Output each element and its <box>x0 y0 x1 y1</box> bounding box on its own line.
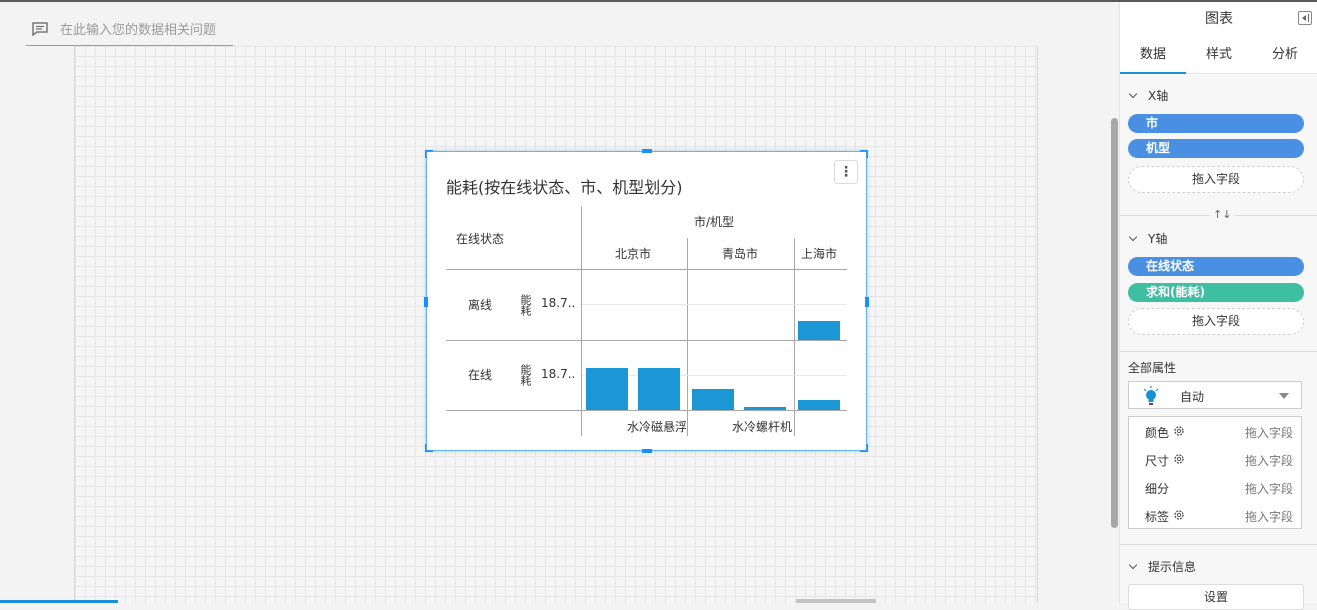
prop-size-drop[interactable]: 拖入字段 <box>1245 452 1293 469</box>
grid-hline-0 <box>446 269 847 270</box>
resize-handle-top[interactable] <box>642 149 652 153</box>
grid-vline-0 <box>581 206 582 436</box>
y-axis-label: Y轴 <box>1148 232 1168 246</box>
x-axis-label: X轴 <box>1148 89 1169 103</box>
chevron-down-icon <box>1128 89 1138 99</box>
bar-shanghai-offline[interactable] <box>798 321 840 340</box>
question-placeholder: 在此输入您的数据相关问题 <box>60 23 217 38</box>
gear-icon[interactable] <box>1173 425 1185 440</box>
collapse-panel-icon[interactable] <box>1298 11 1312 25</box>
prop-size-label: 尺寸 <box>1145 454 1170 468</box>
measure-label-0: 能耗 <box>519 294 532 316</box>
prop-detail[interactable]: 细分 拖入字段 <box>1129 473 1301 501</box>
city-header-0: 北京市 <box>615 247 652 261</box>
grid-vline-2 <box>794 238 795 436</box>
grid-vline-1 <box>687 238 688 436</box>
machine-label-0: 水冷磁悬浮 <box>627 420 688 434</box>
chart-title: 能耗(按在线状态、市、机型划分) <box>446 178 683 197</box>
bar-qingdao-screw-online[interactable] <box>744 407 786 410</box>
grid-hline-2 <box>446 410 847 411</box>
city-header-2: 上海市 <box>801 247 838 261</box>
x-drop-zone[interactable]: 拖入字段 <box>1128 166 1304 193</box>
row-label-0: 离线 <box>468 298 493 312</box>
question-input[interactable]: 在此输入您的数据相关问题 <box>26 12 233 46</box>
prop-color[interactable]: 颜色 拖入字段 <box>1129 417 1301 445</box>
comment-icon <box>32 21 48 36</box>
mark-type-select[interactable]: 自动 <box>1128 381 1302 409</box>
mark-type-value: 自动 <box>1180 390 1205 404</box>
y-axis-header[interactable]: Y轴 <box>1128 230 1167 247</box>
bar-beijing-maglev-online[interactable] <box>586 368 628 410</box>
row-label-1: 在线 <box>468 368 493 382</box>
panel-title: 图表 <box>1205 11 1233 27</box>
axis-value-0: 18.7.. <box>541 296 576 310</box>
x-field-machine[interactable]: 机型 <box>1128 139 1304 158</box>
col-header: 市/机型 <box>694 215 735 229</box>
x-field-city[interactable]: 市 <box>1128 114 1304 133</box>
gear-icon[interactable] <box>1173 509 1185 524</box>
axis-value-1: 18.7.. <box>541 367 576 381</box>
horizontal-scrollbar[interactable] <box>796 599 876 603</box>
chevron-down-icon <box>1279 393 1289 399</box>
prop-detail-label: 细分 <box>1145 482 1170 496</box>
resize-handle-br[interactable] <box>860 444 868 452</box>
resize-handle-bottom[interactable] <box>642 449 652 453</box>
grid-minor-0 <box>582 304 847 305</box>
chevron-down-icon <box>1128 232 1138 242</box>
resize-handle-left[interactable] <box>424 297 428 307</box>
tab-data[interactable]: 数据 <box>1120 42 1186 74</box>
prop-label-drop[interactable]: 拖入字段 <box>1245 508 1293 525</box>
tooltip-label: 提示信息 <box>1148 560 1197 574</box>
prop-color-label: 颜色 <box>1145 426 1170 440</box>
prop-size[interactable]: 尺寸 拖入字段 <box>1129 445 1301 473</box>
chart-widget[interactable]: 能耗(按在线状态、市、机型划分) ⋮ 在线状态 市/机型 北京市 青岛市 上海市… <box>424 149 869 453</box>
bar-beijing-screw-online[interactable] <box>638 368 680 410</box>
all-props-header: 全部属性 <box>1128 361 1177 375</box>
panel-tabs: 数据 样式 分析 <box>1120 42 1317 74</box>
resize-handle-tl[interactable] <box>425 150 433 158</box>
props-list: 颜色 拖入字段 尺寸 拖入字段 细分 拖入字段 标签 拖入字段 <box>1128 416 1302 529</box>
tab-style[interactable]: 样式 <box>1186 42 1252 73</box>
tooltip-settings-button[interactable]: 设置 <box>1128 584 1304 610</box>
vertical-scrollbar[interactable] <box>1111 118 1118 528</box>
y-field-energy-sum[interactable]: 求和(能耗) <box>1128 283 1304 302</box>
chart-config-panel: 图表 数据 样式 分析 X轴 市 机型 拖入字段 ↑↓ Y轴 在线状态 求和(能… <box>1119 2 1317 610</box>
prop-detail-drop[interactable]: 拖入字段 <box>1245 480 1293 497</box>
gear-icon[interactable] <box>1173 453 1185 468</box>
bar-qingdao-maglev-online[interactable] <box>692 389 734 410</box>
bar-shanghai-online[interactable] <box>798 400 840 410</box>
resize-handle-right[interactable] <box>865 297 869 307</box>
row-header: 在线状态 <box>456 232 505 246</box>
section-divider <box>1120 544 1317 545</box>
prop-label-label: 标签 <box>1145 510 1170 524</box>
chevron-down-icon <box>1128 560 1138 570</box>
prop-color-drop[interactable]: 拖入字段 <box>1245 424 1293 441</box>
prop-label[interactable]: 标签 拖入字段 <box>1129 501 1301 529</box>
resize-handle-tr[interactable] <box>860 150 868 158</box>
resize-handle-bl[interactable] <box>425 444 433 452</box>
x-axis-header[interactable]: X轴 <box>1128 87 1168 104</box>
swap-axes-icon[interactable]: ↑↓ <box>1209 208 1236 221</box>
section-divider <box>1120 351 1317 352</box>
tab-analysis[interactable]: 分析 <box>1252 42 1317 73</box>
grid-hline-1 <box>446 340 847 341</box>
bulb-icon <box>1143 386 1159 410</box>
y-field-status[interactable]: 在线状态 <box>1128 257 1304 276</box>
machine-label-1: 水冷螺杆机 <box>732 420 793 434</box>
city-header-1: 青岛市 <box>722 247 759 261</box>
tooltip-header[interactable]: 提示信息 <box>1128 558 1196 575</box>
more-vertical-icon[interactable]: ⋮ <box>834 160 858 184</box>
y-drop-zone[interactable]: 拖入字段 <box>1128 308 1304 335</box>
measure-label-1: 能耗 <box>519 364 532 386</box>
